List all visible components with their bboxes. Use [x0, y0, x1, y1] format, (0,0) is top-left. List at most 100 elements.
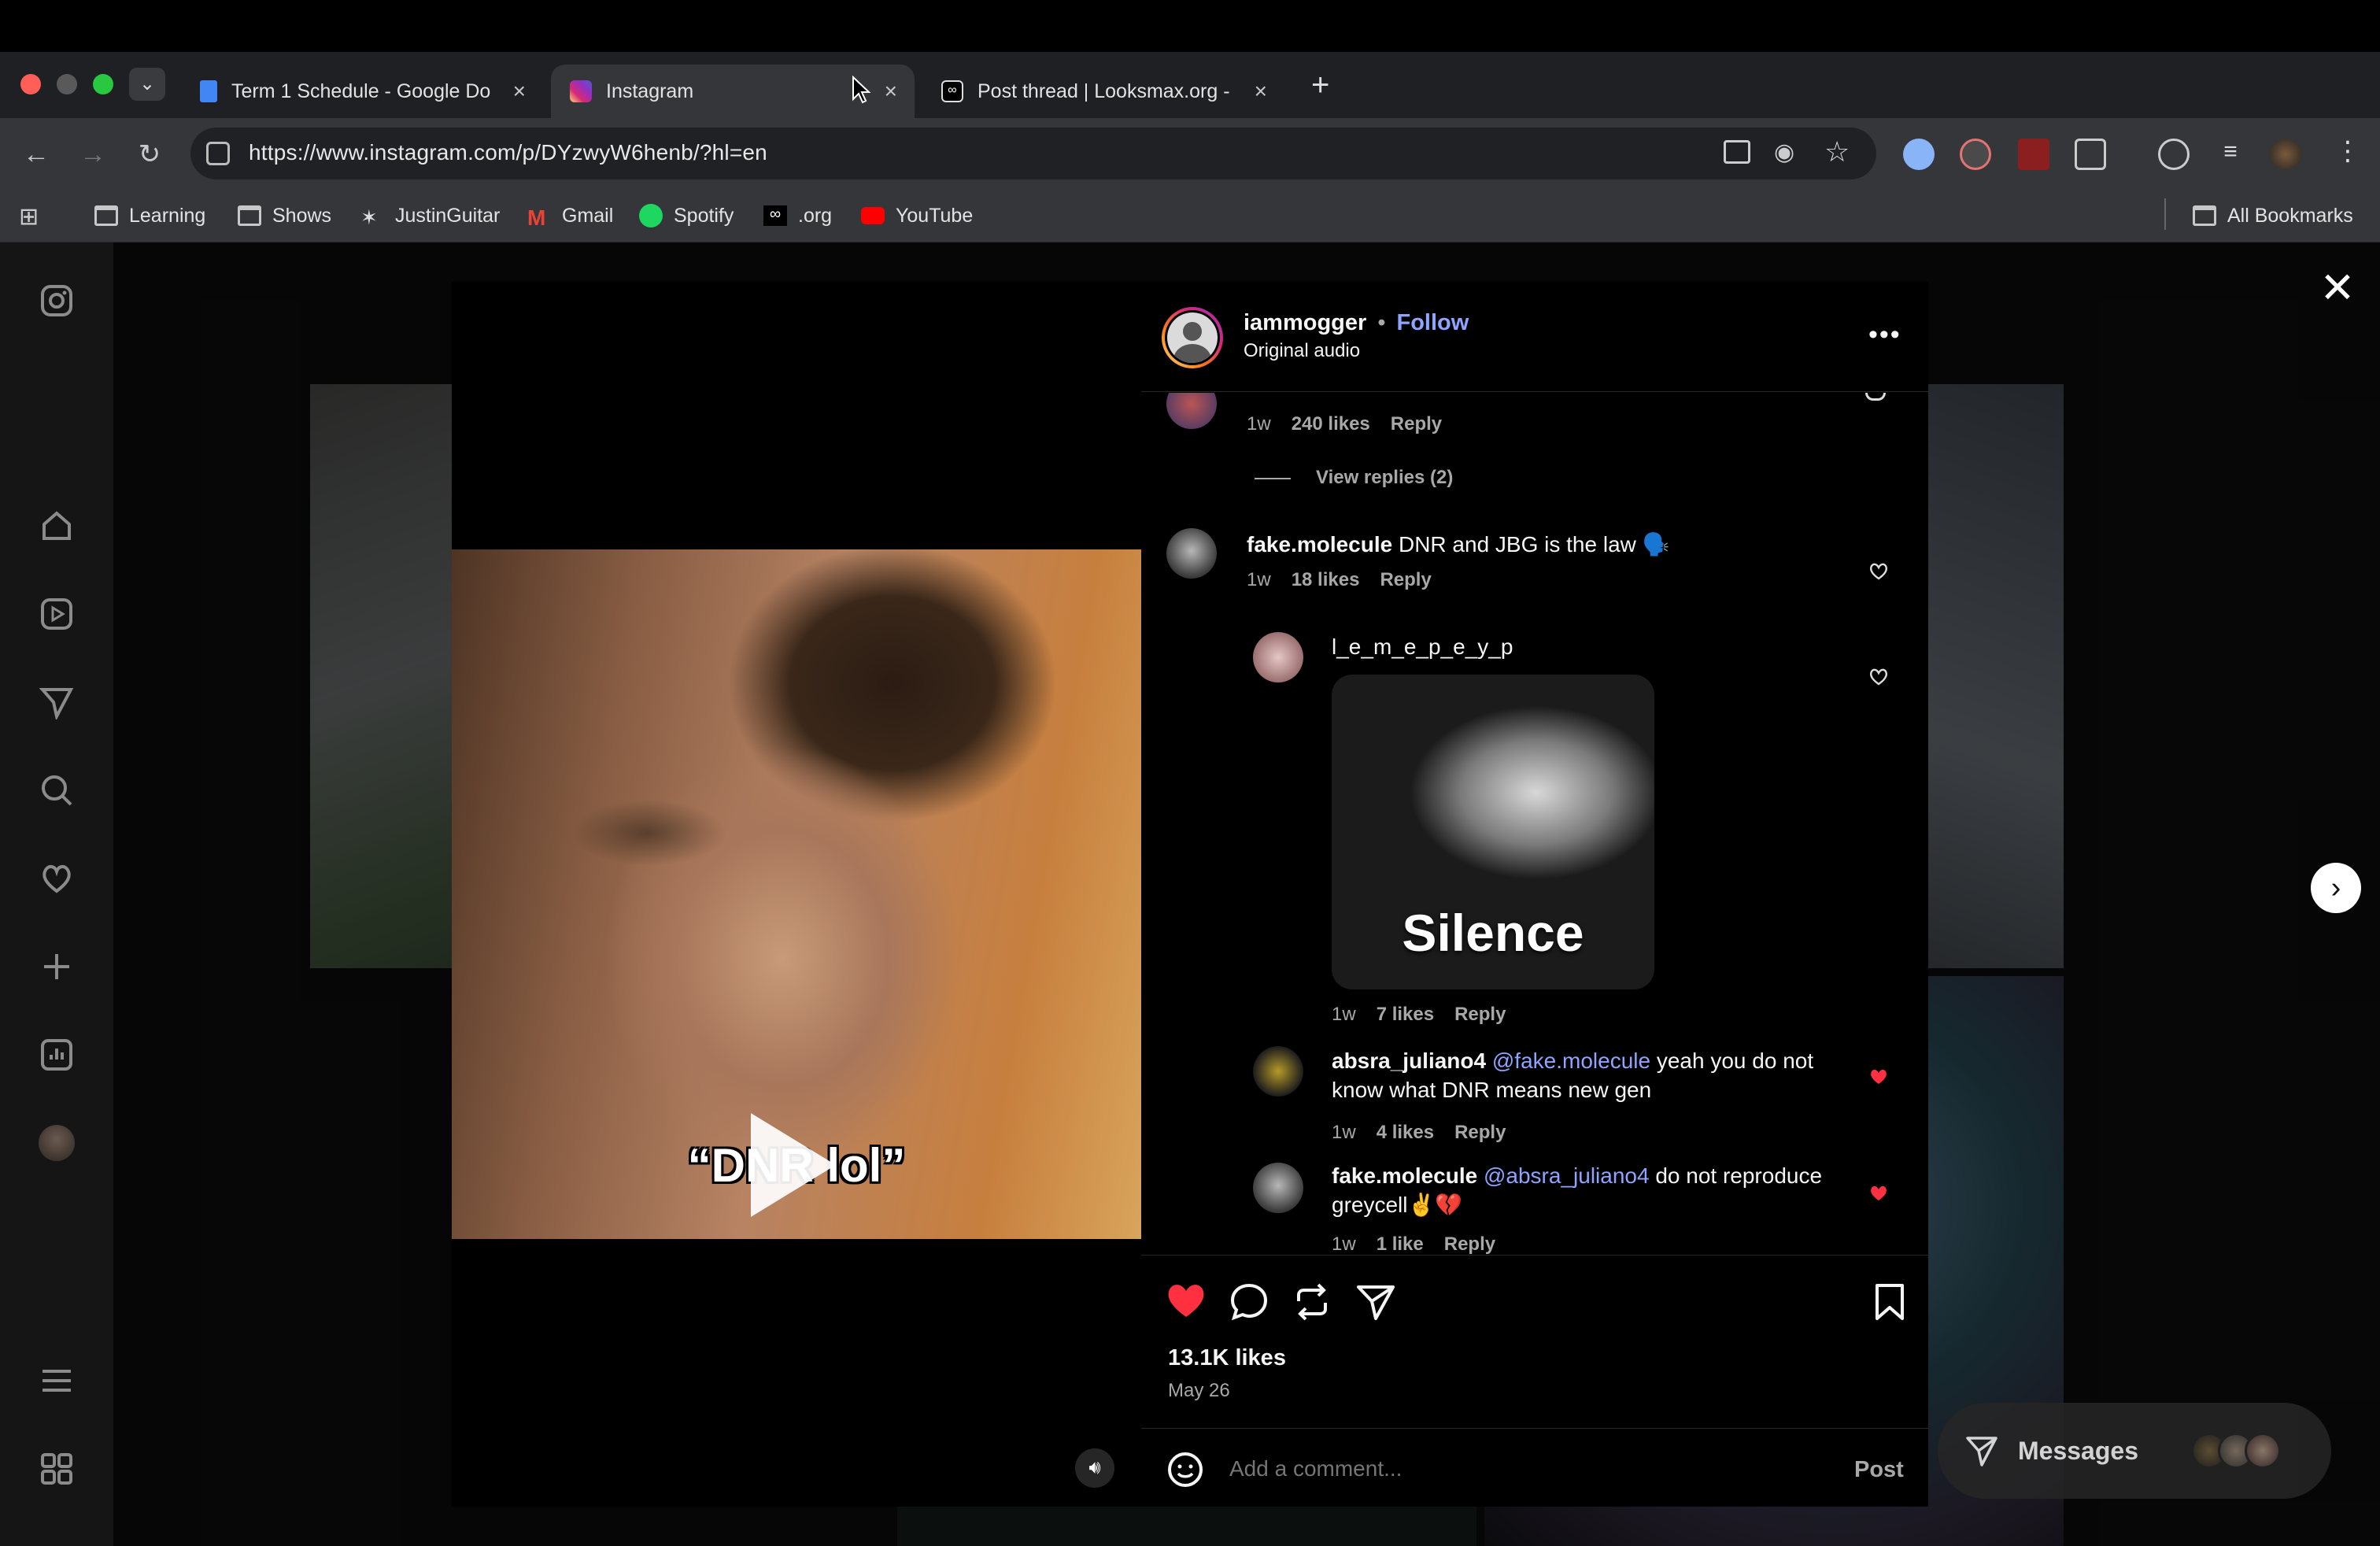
- comment-body: l_e_m_e_p_e_y_p: [1332, 632, 1513, 661]
- comment-likes[interactable]: 4 likes: [1377, 1122, 1434, 1144]
- share-send-icon[interactable]: [1355, 1282, 1396, 1322]
- commenter-avatar[interactable]: [1166, 528, 1217, 579]
- comment-likes[interactable]: 7 likes: [1377, 1004, 1434, 1026]
- comment-likes[interactable]: 1 like: [1377, 1233, 1424, 1254]
- bookmark-label: Gmail: [562, 204, 614, 227]
- play-icon[interactable]: [751, 1113, 836, 1217]
- like-comment-heart-icon[interactable]: [1865, 393, 1886, 401]
- create-plus-icon[interactable]: [36, 946, 77, 987]
- bookmark-shows[interactable]: Shows: [238, 202, 331, 230]
- close-tab-icon[interactable]: ×: [885, 79, 897, 104]
- media-queue-icon[interactable]: ≡: [2215, 139, 2246, 170]
- like-comment-heart-icon[interactable]: [1868, 561, 1889, 582]
- window-titlebar: [0, 0, 2380, 52]
- liked-comment-heart-icon[interactable]: [1868, 1183, 1889, 1204]
- search-icon[interactable]: [36, 770, 77, 811]
- author-username[interactable]: iammogger: [1244, 310, 1366, 336]
- performance-bolt-icon[interactable]: [2158, 139, 2190, 170]
- commenter-avatar[interactable]: [1166, 393, 1217, 429]
- reels-icon[interactable]: [36, 594, 77, 634]
- extension-glasses-icon[interactable]: [1960, 139, 1991, 170]
- home-icon[interactable]: [36, 505, 77, 546]
- bookmark-spotify[interactable]: Spotify: [639, 202, 734, 230]
- post-comment-button[interactable]: Post: [1854, 1457, 1904, 1483]
- reload-icon[interactable]: ↻: [132, 137, 167, 172]
- instagram-logo-icon[interactable]: [36, 280, 77, 321]
- new-tab-plus-icon[interactable]: +: [1311, 68, 1329, 103]
- comment-username[interactable]: absra_juliano4: [1332, 1049, 1486, 1073]
- reply-button[interactable]: Reply: [1444, 1233, 1495, 1254]
- close-modal-icon[interactable]: ✕: [2319, 267, 2356, 309]
- bookmark-youtube[interactable]: YouTube: [861, 202, 973, 230]
- tab-looksmax[interactable]: ∞ Post thread | Looksmax.org - ×: [922, 65, 1284, 118]
- tab-google-docs[interactable]: Term 1 Schedule - Google Do ×: [181, 65, 543, 118]
- profile-avatar-icon[interactable]: [36, 1123, 77, 1163]
- reply-button[interactable]: Reply: [1454, 1122, 1506, 1144]
- repost-icon[interactable]: [1294, 1282, 1330, 1322]
- view-replies-button[interactable]: View replies (2): [1316, 467, 1453, 489]
- site-info-icon[interactable]: [206, 142, 230, 165]
- maximize-window-button[interactable]: [93, 74, 113, 94]
- messages-drawer-button[interactable]: Messages: [1938, 1403, 2331, 1499]
- hide-eye-icon[interactable]: ◉: [1774, 139, 1804, 168]
- notifications-heart-icon[interactable]: [36, 858, 77, 899]
- all-bookmarks[interactable]: All Bookmarks: [2193, 202, 2353, 230]
- comment-likes[interactable]: 240 likes: [1292, 413, 1370, 435]
- close-window-button[interactable]: [20, 74, 41, 94]
- comment-image-silence[interactable]: Silence: [1332, 675, 1654, 989]
- liked-comment-heart-icon[interactable]: [1868, 1067, 1889, 1087]
- install-app-icon[interactable]: [1724, 140, 1750, 164]
- like-comment-heart-icon[interactable]: [1868, 667, 1889, 687]
- also-from-meta-icon[interactable]: [36, 1448, 77, 1489]
- dashboard-chart-icon[interactable]: [36, 1034, 77, 1075]
- bookmark-star-icon[interactable]: ☆: [1824, 135, 1850, 168]
- reply-button[interactable]: Reply: [1454, 1004, 1506, 1026]
- comment-username[interactable]: l_e_m_e_p_e_y_p: [1332, 634, 1513, 659]
- commenter-avatar[interactable]: [1253, 1163, 1303, 1213]
- mention-link[interactable]: @fake.molecule: [1492, 1049, 1650, 1073]
- comment-likes[interactable]: 18 likes: [1292, 569, 1360, 591]
- add-comment-input[interactable]: [1229, 1451, 1733, 1487]
- messages-send-icon[interactable]: [36, 682, 77, 723]
- bookmark-learning[interactable]: Learning: [94, 202, 205, 230]
- comment-username[interactable]: fake.molecule: [1247, 532, 1392, 557]
- save-bookmark-icon[interactable]: [1873, 1282, 1906, 1322]
- close-tab-icon[interactable]: ×: [1255, 79, 1267, 104]
- comment-username[interactable]: fake.molecule: [1332, 1163, 1477, 1188]
- emoji-picker-icon[interactable]: [1166, 1451, 1204, 1489]
- post-video[interactable]: “DNR lol” 🔊︎: [452, 282, 1141, 1507]
- more-options-icon[interactable]: •••: [1868, 320, 1901, 350]
- commenter-avatar[interactable]: [1253, 1046, 1303, 1097]
- browser-menu-icon[interactable]: ⋮: [2334, 135, 2361, 167]
- folder-icon: [238, 205, 261, 226]
- profile-avatar[interactable]: [2270, 139, 2301, 170]
- comment-meta: 1w 4 likes Reply: [1332, 1122, 1506, 1144]
- bookmark-org[interactable]: ∞ .org: [763, 202, 832, 230]
- comment-bubble-icon[interactable]: [1229, 1282, 1269, 1322]
- back-arrow-icon[interactable]: ←: [19, 137, 54, 172]
- next-post-chevron-icon[interactable]: ›: [2311, 863, 2361, 913]
- liked-heart-icon[interactable]: [1165, 1281, 1207, 1320]
- audio-toggle-icon[interactable]: 🔊︎: [1075, 1448, 1114, 1488]
- close-tab-icon[interactable]: ×: [513, 79, 526, 104]
- bookmark-justinguitar[interactable]: ✶ JustinGuitar: [360, 202, 500, 230]
- commenter-avatar[interactable]: [1253, 632, 1303, 682]
- more-menu-icon[interactable]: [36, 1360, 77, 1401]
- mention-link[interactable]: @absra_juliano4: [1484, 1163, 1650, 1188]
- bookmark-gmail[interactable]: M Gmail: [527, 202, 614, 231]
- extensions-puzzle-icon[interactable]: [2075, 139, 2106, 170]
- reply-button[interactable]: Reply: [1391, 413, 1442, 435]
- post-likes-count[interactable]: 13.1K likes: [1168, 1345, 1286, 1371]
- extension-checker-icon[interactable]: [2018, 139, 2049, 170]
- audio-label[interactable]: Original audio: [1244, 340, 1360, 362]
- url-text[interactable]: https://www.instagram.com/p/DYzwyW6henb/…: [249, 140, 767, 165]
- apps-grid-icon[interactable]: ⊞: [19, 203, 39, 231]
- post-date[interactable]: May 26: [1168, 1380, 1230, 1402]
- forward-arrow-icon[interactable]: →: [76, 137, 110, 172]
- minimize-window-button[interactable]: [57, 74, 77, 94]
- tab-search-chevron-icon[interactable]: ⌄: [129, 68, 165, 101]
- reply-button[interactable]: Reply: [1380, 569, 1431, 591]
- extension-search-icon[interactable]: [1903, 139, 1935, 170]
- author-avatar[interactable]: [1162, 307, 1223, 368]
- follow-button[interactable]: Follow: [1396, 310, 1469, 336]
